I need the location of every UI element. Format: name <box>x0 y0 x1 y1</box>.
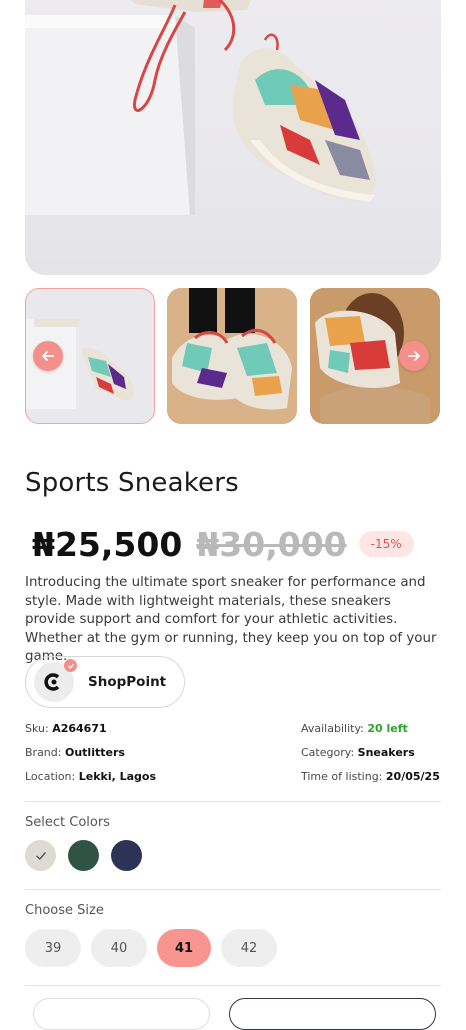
sku-value: A264671 <box>52 722 107 735</box>
location-label: Location: <box>25 770 76 783</box>
product-hero-image <box>25 0 441 275</box>
listing-time-info: Time of listing: 20/05/25 <box>301 770 440 783</box>
verified-badge-icon <box>64 659 77 672</box>
product-description: Introducing the ultimate sport sneaker f… <box>25 575 437 664</box>
store-name: ShopPoint <box>88 674 167 690</box>
divider <box>25 985 441 986</box>
availability-label: Availability: <box>301 722 364 735</box>
choose-size-label: Choose Size <box>25 903 104 918</box>
listing-value: 20/05/25 <box>385 770 440 783</box>
size-option-39[interactable]: 39 <box>25 929 81 967</box>
store-logo <box>34 659 77 702</box>
thumbnail-gallery <box>25 288 441 424</box>
color-swatch-green[interactable] <box>68 840 99 871</box>
primary-action-button[interactable] <box>229 998 436 1030</box>
brand-info: Brand: Outlitters <box>25 746 125 759</box>
arrow-right-icon <box>408 351 420 361</box>
size-option-42[interactable]: 42 <box>221 929 277 967</box>
brand-label: Brand: <box>25 746 62 759</box>
divider <box>25 801 441 802</box>
category-value: Sneakers <box>357 746 415 759</box>
category-label: Category: <box>301 746 355 759</box>
arrow-left-icon <box>42 351 54 361</box>
availability-info: Availability: 20 left <box>301 722 408 735</box>
current-price: ₦25,500 <box>32 524 183 564</box>
store-chip[interactable]: ShopPoint <box>25 656 185 708</box>
discount-badge: -15% <box>358 531 414 557</box>
availability-value: 20 left <box>367 722 408 735</box>
select-colors-label: Select Colors <box>25 815 110 830</box>
price-row: ₦25,500 ₦30,000 -15% <box>32 522 414 566</box>
secondary-action-button[interactable] <box>33 998 210 1030</box>
sku-info: Sku: A264671 <box>25 722 107 735</box>
divider <box>25 889 441 890</box>
color-swatch-navy[interactable] <box>111 840 142 871</box>
next-image-button[interactable] <box>399 341 429 371</box>
store-logo-icon <box>44 673 60 691</box>
product-title: Sports Sneakers <box>25 468 239 498</box>
color-swatch-cream[interactable] <box>25 840 56 871</box>
size-option-40[interactable]: 40 <box>91 929 147 967</box>
size-option-41-selected[interactable]: 41 <box>157 929 211 967</box>
location-value: Lekki, Lagos <box>78 770 157 783</box>
original-price: ₦30,000 <box>196 524 347 564</box>
location-info: Location: Lekki, Lagos <box>25 770 156 783</box>
listing-label: Time of listing: <box>301 770 383 783</box>
thumbnail-2[interactable] <box>167 288 297 424</box>
brand-value: Outlitters <box>64 746 125 759</box>
category-info: Category: Sneakers <box>301 746 415 759</box>
previous-image-button[interactable] <box>33 341 63 371</box>
sneaker-illustration <box>25 0 376 215</box>
check-icon <box>35 851 46 860</box>
sku-label: Sku: <box>25 722 49 735</box>
